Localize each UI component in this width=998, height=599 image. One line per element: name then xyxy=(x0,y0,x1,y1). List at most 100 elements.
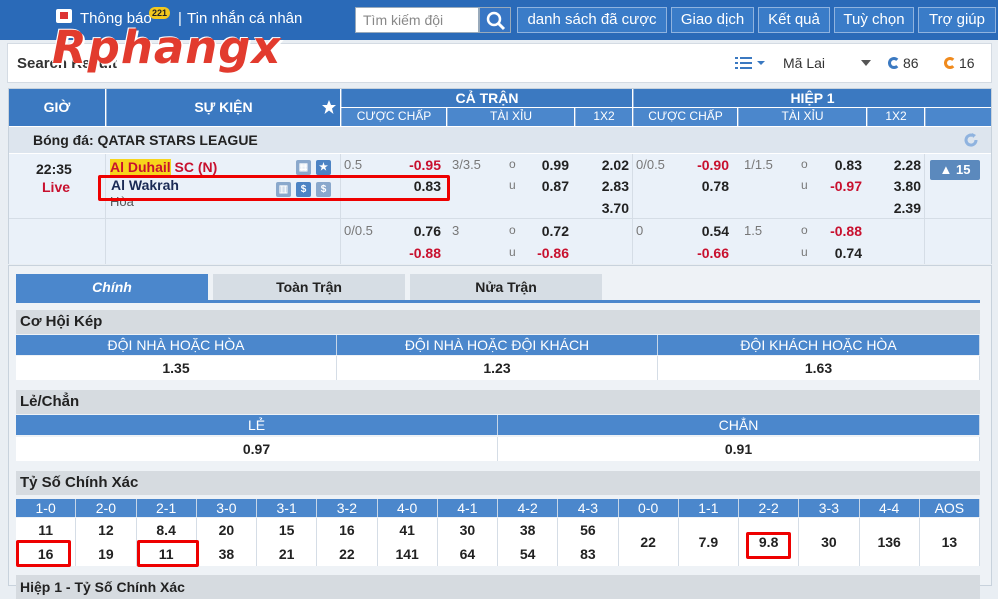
cs-odds-draw-0-0[interactable]: 22 xyxy=(618,518,679,566)
refresh-icon[interactable] xyxy=(963,132,979,148)
dc-col-home-draw: ĐỘI NHÀ HOẶC HÒA xyxy=(16,335,337,355)
under-label-2: u xyxy=(509,245,516,259)
cs-odds-draw-1-1[interactable]: 7.9 xyxy=(678,518,739,566)
half-ah-home-odds-2[interactable]: 0.54 xyxy=(689,223,729,239)
cs-odds-home-2-1[interactable]: 8.4 xyxy=(136,518,197,542)
cs-odds-home-4-3[interactable]: 56 xyxy=(558,518,619,542)
cs-odds-draw-4-4[interactable]: 136 xyxy=(859,518,920,566)
col-divider xyxy=(924,154,925,264)
tab-main[interactable]: Chính xyxy=(16,274,208,300)
half-ah-away-odds-2[interactable]: -0.66 xyxy=(689,245,729,261)
1x2-away[interactable]: 2.83 xyxy=(589,178,629,194)
col-divider xyxy=(340,154,341,264)
sub-header-half-handicap: CƯỢC CHẤP xyxy=(633,108,737,126)
dc-col-home-away: ĐỘI NHÀ HOẶC ĐỘI KHÁCH xyxy=(337,335,658,355)
help-button[interactable]: Trợ giúp xyxy=(918,7,996,33)
cs-col-1-1: 1-1 xyxy=(678,499,739,517)
col-divider xyxy=(105,154,106,264)
oe-even-odds[interactable]: 0.91 xyxy=(498,437,980,461)
cs-col-3-3: 3-3 xyxy=(799,499,860,517)
cs-odds-draw-AOS[interactable]: 13 xyxy=(919,518,980,566)
league-name: Bóng đá: QATAR STARS LEAGUE xyxy=(33,132,258,148)
oe-odd-odds[interactable]: 0.97 xyxy=(16,437,498,461)
cs-odds-away-4-1[interactable]: 64 xyxy=(437,542,498,566)
home-team[interactable]: Al Duhail SC (N) xyxy=(110,159,217,175)
under-odds[interactable]: 0.87 xyxy=(529,178,569,194)
dc-home-away-odds[interactable]: 1.23 xyxy=(337,356,658,380)
dc-home-draw-odds[interactable]: 1.35 xyxy=(16,356,337,380)
cs-odds-away-3-0[interactable]: 38 xyxy=(196,542,257,566)
cs-odds-away-4-0[interactable]: 141 xyxy=(377,542,438,566)
half-ah-away-odds[interactable]: 0.78 xyxy=(689,178,729,194)
cs-odds-home-3-0[interactable]: 20 xyxy=(196,518,257,542)
cs-odds-away-3-2[interactable]: 22 xyxy=(317,542,378,566)
cs-col-3-0: 3-0 xyxy=(196,499,257,517)
cs-odds-home-1-0[interactable]: 11 xyxy=(16,518,77,542)
cs-odds-away-4-3[interactable]: 83 xyxy=(558,542,619,566)
ah-line-2: 0/0.5 xyxy=(344,223,373,238)
half-1x2-draw[interactable]: 2.39 xyxy=(881,200,921,216)
cs-odds-home-4-1[interactable]: 30 xyxy=(437,518,498,542)
team-search-box xyxy=(355,7,479,33)
cs-col-2-2: 2-2 xyxy=(739,499,800,517)
dc-col-away-draw: ĐỘI KHÁCH HOẶC HÒA xyxy=(658,335,980,355)
1x2-home[interactable]: 2.02 xyxy=(589,157,629,173)
half-1x2-home[interactable]: 2.28 xyxy=(881,157,921,173)
over-odds-2[interactable]: 0.72 xyxy=(529,223,569,239)
tab-half-match[interactable]: Nửa Trận xyxy=(410,274,602,300)
correct-score-title: Tỷ Số Chính Xác xyxy=(16,471,980,495)
cs-odds-home-2-0[interactable]: 12 xyxy=(76,518,137,542)
cs-odds-home-3-2[interactable]: 16 xyxy=(317,518,378,542)
home-team-highlight: Al Duhail xyxy=(110,159,171,175)
cs-odds-home-4-0[interactable]: 41 xyxy=(377,518,438,542)
half-over-odds-2[interactable]: -0.88 xyxy=(822,223,862,239)
odds-table: GIỜ SỰ KIỆN CẢ TRẬN HIỆP 1 CƯỢC CHẤP TÀI… xyxy=(8,88,992,264)
options-button[interactable]: Tuỳ chọn xyxy=(834,7,914,33)
1x2-draw[interactable]: 3.70 xyxy=(589,200,629,216)
cs-odds-away-3-1[interactable]: 21 xyxy=(257,542,318,566)
favorite-icon[interactable]: ★ xyxy=(316,160,331,175)
half-correct-score-title: Hiệp 1 - Tỷ Số Chính Xác xyxy=(16,575,980,599)
cs-odds-away-4-2[interactable]: 54 xyxy=(498,542,559,566)
over-label: o xyxy=(509,157,516,171)
cs-col-4-0: 4-0 xyxy=(377,499,438,517)
sub-header-1x2: 1X2 xyxy=(575,108,632,126)
refresh-counter-a[interactable]: 86 xyxy=(888,55,919,71)
half-under-odds-2[interactable]: 0.74 xyxy=(822,245,862,261)
refresh-counter-b[interactable]: 16 xyxy=(944,55,975,71)
transactions-button[interactable]: Giao dịch xyxy=(671,7,754,33)
stats-icon[interactable]: ▦ xyxy=(296,160,311,175)
cs-odds-home-4-2[interactable]: 38 xyxy=(498,518,559,542)
more-markets-button[interactable]: ▲ 15 xyxy=(930,160,980,180)
ah-home-odds[interactable]: -0.95 xyxy=(401,157,441,173)
cs-odds-draw-3-3[interactable]: 30 xyxy=(799,518,860,566)
cs-col-2-0: 2-0 xyxy=(76,499,137,517)
list-view-icon[interactable] xyxy=(735,57,771,69)
ah-home-odds-2[interactable]: 0.76 xyxy=(401,223,441,239)
half-ou-line-2: 1.5 xyxy=(744,223,763,238)
half-over-odds[interactable]: 0.83 xyxy=(822,157,862,173)
bet-list-button[interactable]: danh sách đã cược xyxy=(517,7,667,33)
favorite-star-icon[interactable] xyxy=(321,99,337,115)
oe-col-odd: LẺ xyxy=(16,415,498,435)
cs-odds-home-3-1[interactable]: 15 xyxy=(257,518,318,542)
cs-col-4-4: 4-4 xyxy=(859,499,920,517)
over-odds[interactable]: 0.99 xyxy=(529,157,569,173)
half-ah-home-odds[interactable]: -0.90 xyxy=(689,157,729,173)
ou-line-2: 3 xyxy=(452,223,460,238)
half-ah-line-2: 0 xyxy=(636,223,644,238)
cs-col-0-0: 0-0 xyxy=(618,499,679,517)
col-divider xyxy=(632,154,633,264)
results-button[interactable]: Kết quả xyxy=(758,7,830,33)
team-search-input[interactable] xyxy=(356,8,478,32)
under-odds-2[interactable]: -0.86 xyxy=(529,245,569,261)
half-1x2-away[interactable]: 3.80 xyxy=(881,178,921,194)
half-under-label: u xyxy=(801,178,808,192)
dc-away-draw-odds[interactable]: 1.63 xyxy=(658,356,980,380)
ah-away-odds-2[interactable]: -0.88 xyxy=(401,245,441,261)
tab-full-match[interactable]: Toàn Trận xyxy=(213,274,405,300)
odds-type-select[interactable]: Mã Lai xyxy=(783,55,871,71)
half-under-odds[interactable]: -0.97 xyxy=(822,178,862,194)
search-button[interactable] xyxy=(479,7,511,33)
cs-odds-away-2-0[interactable]: 19 xyxy=(76,542,137,566)
